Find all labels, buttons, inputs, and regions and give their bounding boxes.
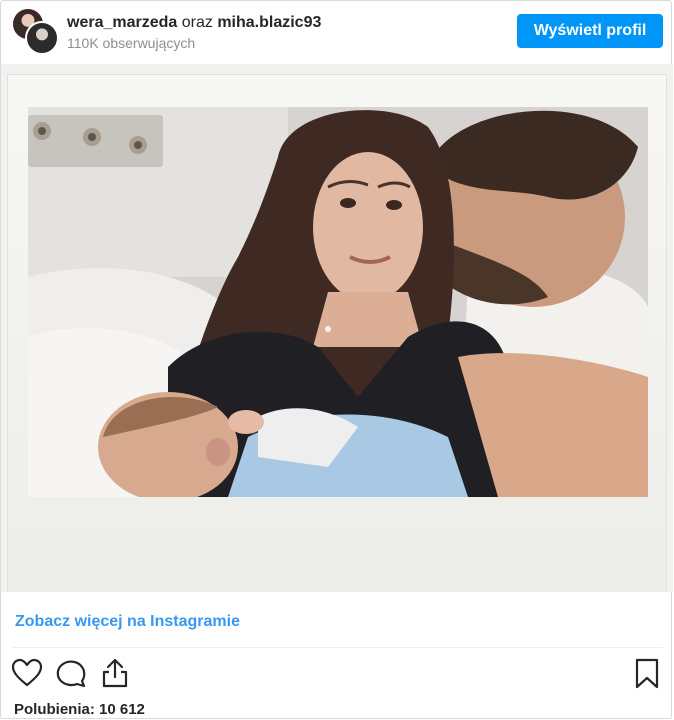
photo <box>28 107 648 497</box>
avatar[interactable] <box>11 7 59 55</box>
post-image[interactable] <box>1 64 673 592</box>
username-1[interactable]: wera_marzeda <box>67 14 177 31</box>
post-actions <box>11 657 665 691</box>
heart-icon[interactable] <box>11 657 43 689</box>
comment-icon[interactable] <box>55 657 87 689</box>
view-profile-button[interactable]: Wyświetl profil <box>517 14 663 48</box>
instagram-embed: wera_marzeda oraz miha.blazic93 110K obs… <box>0 0 673 719</box>
authors-conjunction: oraz <box>181 14 213 31</box>
avatar-user2[interactable] <box>25 21 59 55</box>
divider <box>13 647 663 648</box>
username-2[interactable]: miha.blazic93 <box>217 14 321 31</box>
bookmark-icon[interactable] <box>631 657 663 689</box>
see-more-on-instagram-link[interactable]: Zobacz więcej na Instagramie <box>15 613 240 631</box>
post-authors: wera_marzeda oraz miha.blazic93 <box>67 13 321 33</box>
share-icon[interactable] <box>99 657 131 689</box>
followers-count: 110K obserwujących <box>67 35 196 51</box>
likes-count: Polubienia: 10 612 <box>14 701 145 718</box>
post-header: wera_marzeda oraz miha.blazic93 110K obs… <box>1 1 671 63</box>
